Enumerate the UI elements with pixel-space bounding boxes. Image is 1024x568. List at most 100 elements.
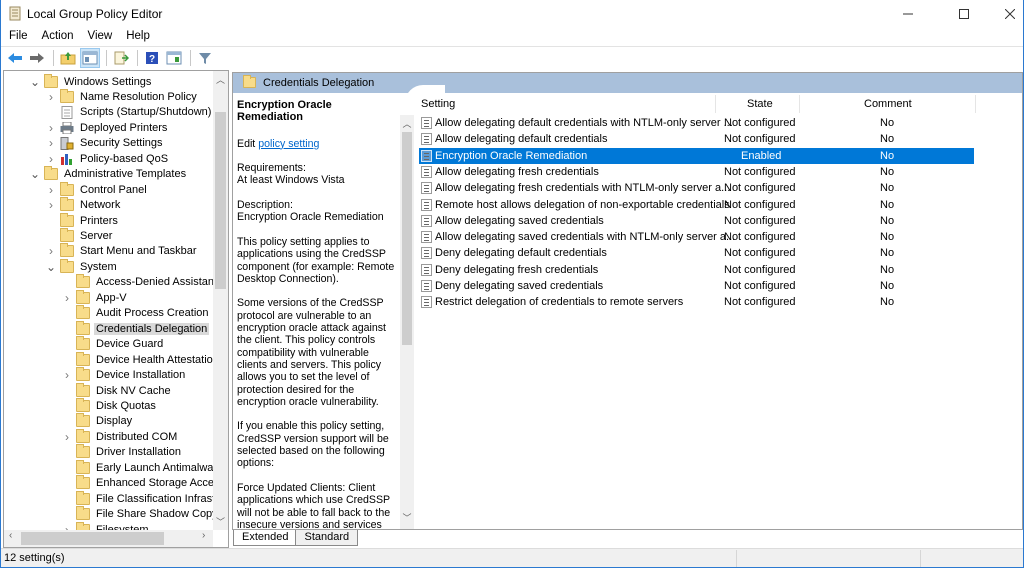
tree-item[interactable]: Device Guard <box>62 336 165 352</box>
tree-item[interactable]: Printers <box>46 212 120 228</box>
tab-standard[interactable]: Standard <box>295 530 359 546</box>
tree-item[interactable]: Audit Process Creation <box>62 305 211 321</box>
menu-view[interactable]: View <box>81 28 120 46</box>
minimize-button[interactable] <box>885 0 931 28</box>
chevron-right-icon[interactable]: › <box>62 430 72 444</box>
export-list-button[interactable] <box>111 48 131 68</box>
tree-item[interactable]: › Name Resolution Policy <box>46 88 199 104</box>
setting-row[interactable]: Restrict delegation of credentials to re… <box>419 294 974 310</box>
filter-button[interactable] <box>195 48 215 68</box>
tree-item[interactable]: File Share Shadow Copy Prc <box>62 506 228 522</box>
tree-item[interactable]: Driver Installation <box>62 444 183 460</box>
column-state[interactable]: State <box>747 98 773 110</box>
close-button[interactable] <box>987 0 1024 28</box>
folder-icon <box>76 320 90 335</box>
tree-item[interactable]: ⌄ Administrative Templates <box>30 166 188 182</box>
back-button[interactable] <box>5 48 25 68</box>
maximize-button[interactable] <box>941 0 987 28</box>
tree-item[interactable]: › Deployed Printers <box>46 120 169 135</box>
scroll-down-icon[interactable]: ﹀ <box>400 511 414 524</box>
setting-row[interactable]: Allow delegating fresh credentials Not co… <box>419 164 974 180</box>
setting-row[interactable]: Allow delegating saved credentials Not co… <box>419 213 974 229</box>
scroll-left-icon[interactable]: ‹ <box>9 530 12 541</box>
tree-item[interactable]: Access-Denied Assistance <box>62 274 228 290</box>
tree-item[interactable]: Display <box>62 413 134 429</box>
scroll-right-icon[interactable]: › <box>202 530 205 541</box>
chevron-right-icon[interactable]: › <box>46 136 56 150</box>
setting-row[interactable]: Deny delegating fresh credentials Not con… <box>419 262 974 278</box>
scroll-up-icon[interactable]: ︿ <box>400 117 414 130</box>
column-divider[interactable] <box>975 95 976 113</box>
setting-row[interactable]: Encryption Oracle Remediation Enabled No <box>419 147 974 164</box>
tree-item[interactable]: › App-V <box>62 289 129 305</box>
tree-item[interactable]: Disk NV Cache <box>62 382 173 398</box>
setting-row[interactable]: Allow delegating saved credentials with … <box>419 229 974 245</box>
tree-item[interactable]: Device Health Attestation S <box>62 351 228 367</box>
chevron-down-icon[interactable]: ⌄ <box>30 168 40 180</box>
menu-help[interactable]: Help <box>119 28 157 46</box>
tree-item[interactable]: › Distributed COM <box>62 428 179 444</box>
tree-hscroll-thumb[interactable] <box>21 532 164 545</box>
tree-vertical-scrollbar[interactable]: ︿ ﹀ <box>213 71 228 530</box>
tree-item[interactable]: Scripts (Startup/Shutdown) <box>46 105 213 120</box>
tree-item[interactable]: › Network <box>46 197 122 213</box>
up-one-level-button[interactable] <box>58 48 78 68</box>
help-button[interactable]: ? <box>142 48 162 68</box>
show-hide-console-tree-button[interactable] <box>80 47 100 68</box>
chevron-right-icon[interactable]: › <box>46 121 56 135</box>
tree-item[interactable]: File Classification Infrastruc <box>62 490 228 506</box>
tree-item[interactable]: Disk Quotas <box>62 397 158 413</box>
tree-item[interactable]: Enhanced Storage Access <box>62 475 227 491</box>
chevron-down-icon[interactable]: ⌄ <box>46 261 56 273</box>
tab-extended[interactable]: Extended <box>233 530 298 546</box>
tree-horizontal-scrollbar[interactable]: ‹ › <box>4 530 213 547</box>
setting-row[interactable]: Allow delegating default credentials wit… <box>419 115 974 131</box>
tree-item[interactable]: › Start Menu and Taskbar <box>46 243 199 259</box>
description-scrollbar[interactable]: ︿ ﹀ <box>400 115 414 529</box>
chevron-right-icon[interactable]: › <box>62 291 72 305</box>
chevron-right-icon[interactable]: › <box>46 198 56 212</box>
tree-item[interactable]: › Device Installation <box>62 367 187 383</box>
setting-row[interactable]: Allow delegating fresh credentials with … <box>419 180 974 196</box>
tree-item-label: Network <box>80 199 121 212</box>
tree-item-label: Disk NV Cache <box>96 384 171 397</box>
tree-scroll-thumb[interactable] <box>215 112 226 289</box>
tree-item-label: Scripts (Startup/Shutdown) <box>80 106 212 119</box>
tree-item-label: System <box>80 260 117 273</box>
forward-button[interactable] <box>27 48 47 68</box>
chevron-right-icon[interactable]: › <box>46 152 56 166</box>
menu-file[interactable]: File <box>1 28 35 46</box>
tree-item[interactable]: ⌄ System <box>46 258 119 274</box>
chevron-right-icon[interactable]: › <box>46 183 56 197</box>
tree-item[interactable]: ⌄ Windows Settings <box>30 73 153 89</box>
show-hide-action-pane-button[interactable] <box>164 48 184 68</box>
tree-item[interactable]: › Security Settings <box>46 136 165 151</box>
details-pane: Credentials Delegation Encryption Oracle… <box>232 72 1023 530</box>
tree-item[interactable]: Credentials Delegation <box>62 320 210 336</box>
chevron-right-icon[interactable]: › <box>46 90 56 104</box>
tree-item[interactable]: Early Launch Antimalware <box>62 459 225 475</box>
chevron-right-icon[interactable]: › <box>62 368 72 382</box>
column-divider[interactable] <box>799 95 800 113</box>
chevron-down-icon[interactable]: ⌄ <box>30 76 40 88</box>
scroll-down-icon[interactable]: ﹀ <box>213 515 228 528</box>
tree-item[interactable]: › Policy-based QoS <box>46 151 170 166</box>
tree-item[interactable]: › Control Panel <box>46 181 149 197</box>
tree-item-label: Enhanced Storage Access <box>96 477 226 490</box>
setting-row[interactable]: Allow delegating default credentials Not … <box>419 131 974 147</box>
forward-icon <box>30 52 44 63</box>
scroll-up-icon[interactable]: ︿ <box>213 73 228 86</box>
setting-row[interactable]: Deny delegating default credentials Not c… <box>419 245 974 261</box>
view-tabs: Extended Standard <box>233 530 359 547</box>
menu-action[interactable]: Action <box>35 28 81 46</box>
column-divider[interactable] <box>715 95 716 113</box>
setting-row[interactable]: Deny delegating saved credentials Not con… <box>419 278 974 294</box>
description-scroll-thumb[interactable] <box>402 132 412 345</box>
chevron-right-icon[interactable]: › <box>46 244 56 258</box>
column-setting[interactable]: Setting <box>421 98 455 110</box>
tree-item[interactable]: Server <box>46 228 114 244</box>
setting-row[interactable]: Remote host allows delegation of non-exp… <box>419 197 974 213</box>
folder-icon <box>44 166 58 181</box>
edit-policy-setting-link[interactable]: policy setting <box>258 138 319 150</box>
column-comment[interactable]: Comment <box>864 98 912 110</box>
